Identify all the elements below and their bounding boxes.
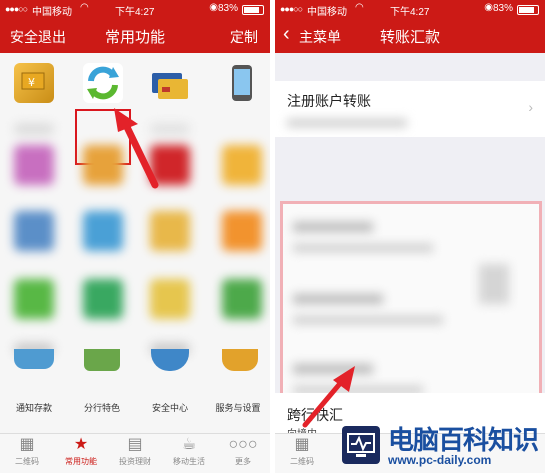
alarm-icon: ◉: [484, 2, 493, 13]
status-bar: ●●●○○ 中国移动 ◠ 下午4:27 ◉ 83%: [0, 0, 270, 18]
battery-percent: 83%: [492, 3, 513, 14]
tab-label: 更多: [235, 457, 251, 466]
status-bar: ●●●○○ 中国移动 ◠ 下午4:27 ◉ 83%: [275, 0, 545, 18]
tab-label: 移动生活: [173, 457, 205, 466]
label-branch: 分行特色: [83, 403, 120, 413]
phone-icon[interactable]: [222, 63, 262, 103]
tab-label: 二维码: [15, 457, 39, 466]
left-screen: ●●●○○ 中国移动 ◠ 下午4:27 ◉ 83% 安全退出 常用功能 定制 ¥: [0, 0, 270, 473]
deposit-icon[interactable]: ¥: [14, 63, 54, 103]
monitor-icon: [342, 426, 380, 464]
clock: 下午4:27: [115, 7, 155, 18]
carrier: 中国移动: [32, 7, 72, 18]
tab-label: 二维码: [290, 457, 314, 466]
tab-label: 投资理财: [119, 457, 151, 466]
tab-life[interactable]: ☕ 移动生活: [162, 434, 216, 473]
star-icon: ★: [73, 436, 89, 453]
tab-qrcode[interactable]: ▦ 二维码: [275, 434, 329, 473]
card-icon[interactable]: [150, 65, 190, 105]
clock: 下午4:27: [390, 7, 430, 18]
label-security: 安全中心: [151, 403, 188, 413]
wifi-icon: ◠: [80, 2, 89, 13]
settings-gear-icon[interactable]: [222, 349, 258, 371]
page-title: 转账汇款: [379, 29, 440, 46]
transfer-icon[interactable]: [83, 63, 123, 103]
branch-icon[interactable]: [84, 349, 120, 371]
highlighted-options: [280, 201, 542, 416]
right-screen: ●●●○○ 中国移动 ◠ 下午4:27 ◉ 83% ‹ 主菜单 转账汇款 注册账…: [275, 0, 545, 473]
transfer-menu: 注册账户转账 › 跨行快汇 向境内: [275, 53, 545, 473]
label-settings: 服务与设置: [215, 403, 261, 413]
qr-code-icon: ▦: [19, 436, 35, 453]
qr-code-icon: ▦: [294, 436, 310, 453]
tab-bar: ▦ 二维码 ★ 常用功能 ▤ 投资理财 ☕ 移动生活 ○○○ 更多: [0, 433, 270, 473]
battery-percent: 83%: [217, 3, 238, 14]
nav-bar: 安全退出 常用功能 定制: [0, 18, 270, 53]
signal-icon: ●●●○○: [280, 4, 303, 14]
battery-icon: [517, 5, 539, 15]
tab-more[interactable]: ○○○ 更多: [216, 434, 270, 473]
label-notice-deposit: 通知存款: [15, 403, 52, 413]
customize-button[interactable]: 定制: [230, 27, 258, 47]
function-grid: ¥ 通知存款 分行特色 安全中心 服务与设置: [0, 53, 270, 433]
notice-deposit-icon[interactable]: [14, 349, 54, 369]
watermark-url: www.pc-daily.com: [388, 453, 492, 467]
carrier: 中国移动: [307, 7, 347, 18]
chevron-right-icon: ›: [528, 99, 533, 115]
wifi-icon: ◠: [355, 2, 364, 13]
alarm-icon: ◉: [209, 2, 218, 13]
row-title: 跨行快汇: [287, 407, 343, 423]
security-shield-icon[interactable]: [151, 349, 189, 371]
row-registered-transfer[interactable]: 注册账户转账 ›: [275, 81, 545, 137]
tab-label: 常用功能: [65, 457, 97, 466]
tab-investment[interactable]: ▤ 投资理财: [108, 434, 162, 473]
row-title: 注册账户转账: [287, 93, 371, 109]
more-icon: ○○○: [228, 436, 258, 453]
chart-icon: ▤: [127, 436, 143, 453]
watermark-title: 电脑百科知识: [388, 425, 539, 455]
nav-bar: ‹ 主菜单 转账汇款: [275, 18, 545, 53]
signal-icon: ●●●○○: [5, 4, 28, 14]
site-watermark: 电脑百科知识 www.pc-daily.com: [336, 418, 545, 473]
cup-icon: ☕: [181, 436, 197, 453]
svg-text:¥: ¥: [28, 76, 35, 89]
tab-qrcode[interactable]: ▦ 二维码: [0, 434, 54, 473]
battery-icon: [242, 5, 264, 15]
tab-favorites[interactable]: ★ 常用功能: [54, 434, 108, 473]
